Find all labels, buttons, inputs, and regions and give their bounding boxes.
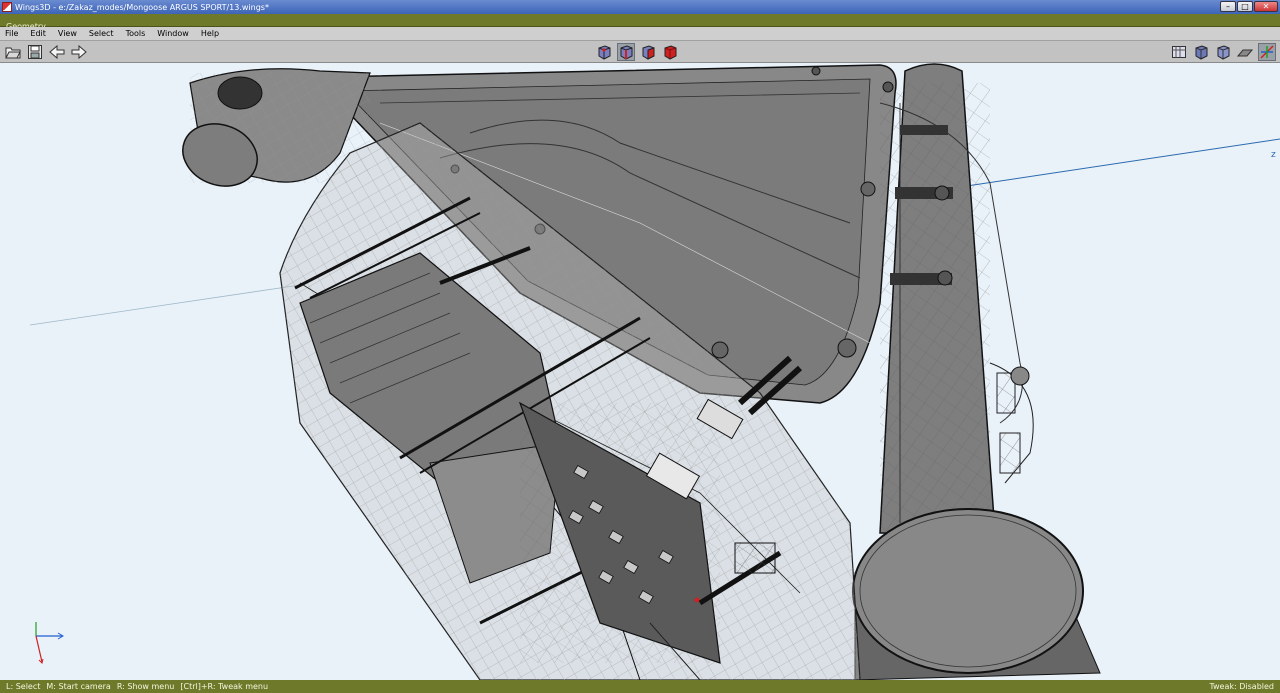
view-options-group — [1170, 43, 1276, 61]
workmode-icon[interactable] — [1170, 43, 1188, 61]
axes-icon[interactable] — [1258, 43, 1276, 61]
geometry-viewport[interactable]: z — [0, 63, 1280, 680]
toolbar — [0, 41, 1280, 63]
perspective-icon[interactable] — [1214, 43, 1232, 61]
wings3d-app-icon — [2, 2, 12, 12]
menu-tools[interactable]: Tools — [121, 27, 153, 41]
selected-vertex — [694, 597, 700, 603]
menu-window[interactable]: Window — [152, 27, 196, 41]
title-bar: Wings3D - e:/Zakaz_modes/Mongoose ARGUS … — [0, 0, 1280, 14]
toolbar-file-group — [4, 43, 88, 61]
tweak-status: Tweak: Disabled — [1209, 682, 1274, 691]
menu-select[interactable]: Select — [84, 27, 121, 41]
minimize-button[interactable]: – — [1220, 1, 1236, 12]
status-bar: L: Select M: Start camera R: Show menu [… — [0, 680, 1280, 693]
axis-gizmo — [35, 622, 64, 664]
guide-line — [29, 284, 301, 326]
status-middle-mouse-hint: M: Start camera — [46, 682, 111, 691]
smooth-shading-icon[interactable] — [1192, 43, 1210, 61]
body-mode-icon[interactable] — [661, 43, 679, 61]
model-render: z — [29, 63, 1280, 680]
status-ctrl-hint: [Ctrl]+R: Tweak menu — [180, 682, 269, 691]
window-controls: – □ ✕ — [1220, 1, 1278, 12]
z-axis-label: z — [1271, 150, 1276, 160]
close-button[interactable]: ✕ — [1254, 1, 1278, 12]
selection-mode-group — [595, 43, 679, 61]
save-icon[interactable] — [26, 43, 44, 61]
open-file-icon[interactable] — [4, 43, 22, 61]
status-right-mouse-hint: R: Show menu — [116, 682, 175, 691]
redo-arrow-icon[interactable] — [70, 43, 88, 61]
bottom-disk — [852, 508, 1101, 680]
groundplane-icon[interactable] — [1236, 43, 1254, 61]
status-left-mouse-hint: L: Select — [6, 682, 41, 691]
wings3d-window: Wings3D - e:/Zakaz_modes/Mongoose ARGUS … — [0, 0, 1280, 693]
edge-mode-icon[interactable] — [617, 43, 635, 61]
vertical-cylinder — [879, 63, 1034, 534]
geometry-window-header: Geometry — [0, 14, 1280, 31]
menu-help[interactable]: Help — [196, 27, 226, 41]
z-axis-line — [959, 138, 1280, 188]
window-title: Wings3D - e:/Zakaz_modes/Mongoose ARGUS … — [15, 2, 269, 12]
face-mode-icon[interactable] — [639, 43, 657, 61]
vertex-mode-icon[interactable] — [595, 43, 613, 61]
menu-view[interactable]: View — [53, 27, 84, 41]
menu-edit[interactable]: Edit — [25, 27, 53, 41]
maximize-button[interactable]: □ — [1237, 1, 1253, 12]
menu-file[interactable]: File — [0, 27, 25, 41]
undo-arrow-icon[interactable] — [48, 43, 66, 61]
menu-bar: File Edit View Select Tools Window Help — [0, 27, 1280, 41]
